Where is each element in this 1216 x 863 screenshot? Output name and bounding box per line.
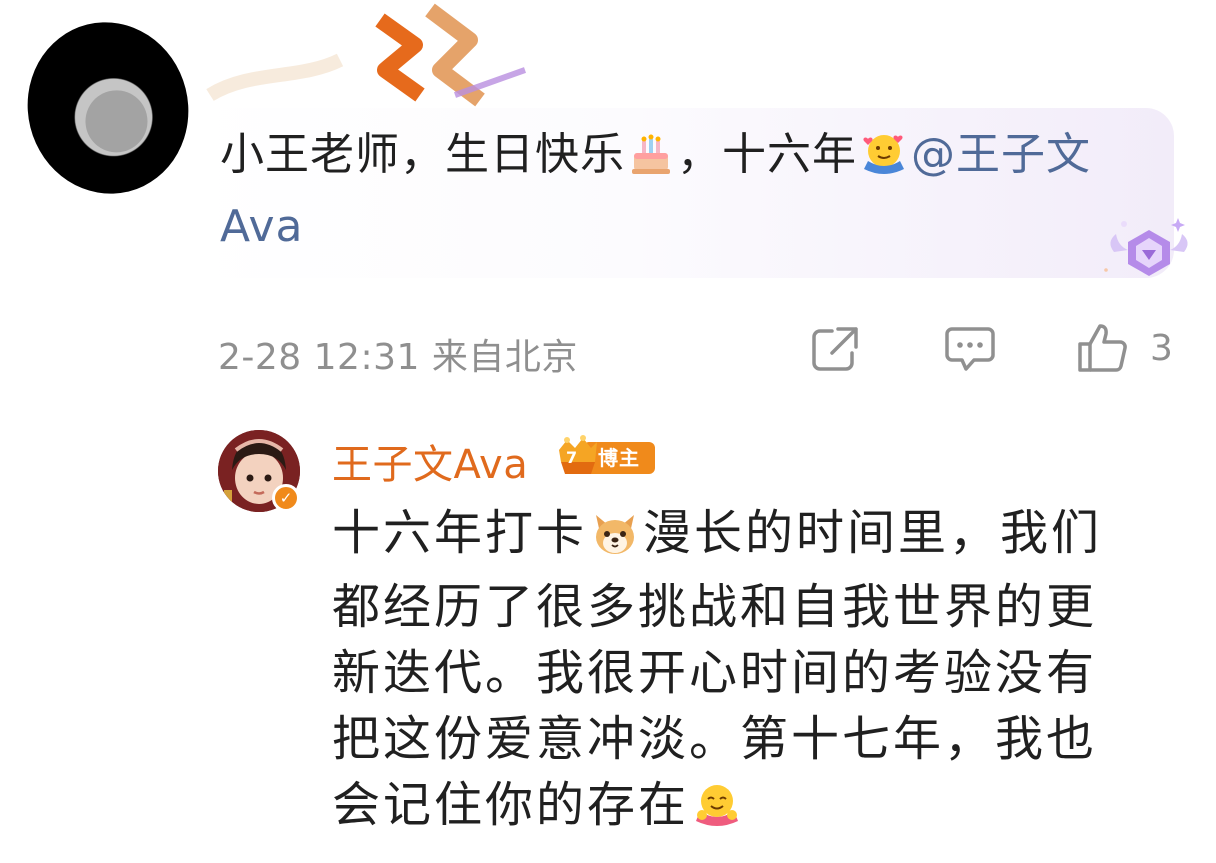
hug-emoji — [860, 131, 908, 195]
verified-icon: ✓ — [272, 484, 300, 512]
hug-emoji — [692, 780, 742, 846]
comment-location: 来自北京 — [431, 337, 578, 378]
like-count: 3 — [1150, 328, 1173, 369]
comment-icon[interactable] — [944, 325, 996, 375]
avatar-decoration-frame — [206, 3, 527, 107]
reply-author-name[interactable]: 王子文Ava — [332, 432, 528, 490]
commenter-avatar[interactable] — [9, 5, 207, 211]
share-icon[interactable] — [810, 325, 862, 373]
reply-text-start: 十六年打卡 — [332, 505, 588, 561]
comment-text-middle: ，十六年 — [677, 129, 857, 180]
comment-text-start: 小王老师，生日快乐 — [220, 129, 625, 180]
cake-emoji — [628, 131, 674, 195]
blogger-badge-label: 博主 — [598, 446, 640, 470]
comment-meta: 2-28 12:31 来自北京 — [218, 328, 578, 380]
blogger-badge-level: 7 — [566, 448, 578, 467]
diamond-fan-badge-icon — [1104, 218, 1188, 276]
dog-emoji — [590, 508, 640, 574]
reply-text: 十六年打卡 漫长的时间里，我们都经历了很多挑战和自我世界的更新迭代。我很开心时间… — [332, 500, 1132, 846]
thumbs-up-icon[interactable] — [1076, 322, 1128, 374]
comment-text: 小王老师，生日快乐 ，十六年 @王子文Ava — [220, 123, 1140, 259]
comment-time: 2-28 12:31 — [218, 337, 420, 378]
